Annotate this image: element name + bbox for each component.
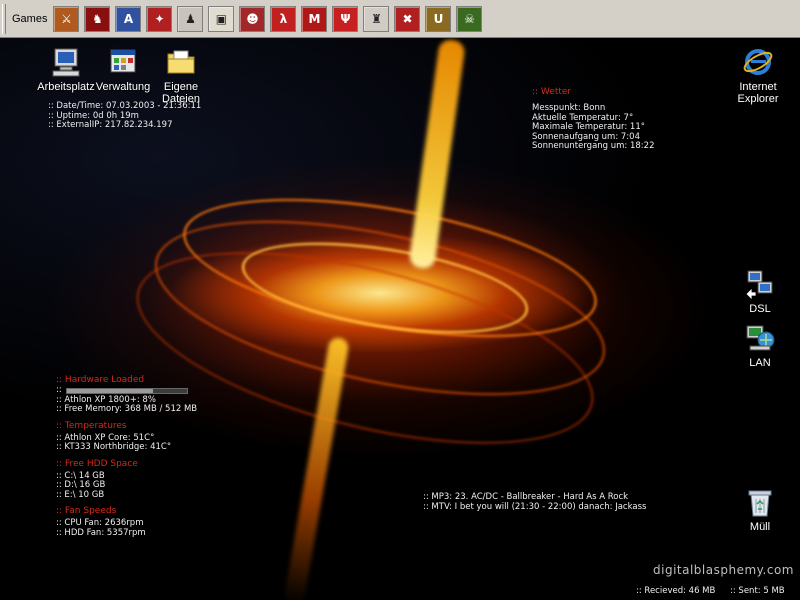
mafia-icon[interactable]: M (301, 5, 328, 32)
internet-explorer-icon (742, 46, 774, 78)
control-panel-icon (107, 46, 139, 78)
desktop-icon-muell[interactable]: Müll (725, 486, 795, 533)
desktop-icon-label: Verwaltung (95, 81, 151, 93)
temperatures-heading: :: Temperatures (56, 420, 127, 431)
green-monster-icon[interactable]: ☠ (456, 5, 483, 32)
half-life-lambda-icon[interactable]: λ (270, 5, 297, 32)
desktop-icon-eigene-dateien[interactable]: Eigene Dateien (146, 46, 216, 105)
toolbar-title: Games (12, 12, 48, 25)
unreal-u-icon[interactable]: U (425, 5, 452, 32)
network-received-text: :: Recieved: 46 MB (636, 586, 716, 596)
toolbar-grip[interactable] (2, 3, 6, 34)
hardware-panel: :: Hardware Loaded :: :: Athlon XP 1800+… (56, 375, 198, 538)
games-quicklaunch-toolbar: Games ⚔ ♞ A ✦ ♟ ▣ ☻ λ M Ψ ♜ ✖ U ☠ (0, 0, 800, 38)
desktop-icon-label: Müll (749, 521, 771, 533)
drive-e-text: :: E:\ 10 GB (56, 489, 105, 500)
weather-panel: :: Wetter Messpunkt: Bonn Aktuelle Tempe… (532, 87, 655, 152)
star-emblem-icon[interactable]: ✦ (146, 5, 173, 32)
recycle-bin-icon (744, 486, 776, 518)
game-icon-list: ⚔ ♞ A ✦ ♟ ▣ ☻ λ M Ψ ♜ ✖ U ☠ (53, 5, 487, 32)
network-connection-icon (744, 268, 776, 301)
knight-helmet-icon[interactable]: ♞ (84, 5, 111, 32)
free-memory-text: :: Free Memory: 368 MB / 512 MB (56, 404, 198, 414)
hdd-fan-text: :: HDD Fan: 5357rpm (56, 527, 146, 538)
weather-line: Sonnenuntergang um: 18:22 (532, 141, 655, 151)
red-crosshair-icon[interactable]: ✖ (394, 5, 421, 32)
hardware-heading: :: Hardware Loaded (56, 375, 145, 385)
fans-heading: :: Fan Speeds (56, 506, 117, 516)
computer-icon (50, 46, 82, 78)
desktop-icon-label: LAN (749, 357, 771, 369)
mtv-program-text: :: MTV: I bet you will (21:30 - 22:00) d… (423, 501, 647, 512)
lan-connection-icon (744, 322, 776, 354)
wings-a-icon[interactable]: A (115, 5, 142, 32)
desktop-icon-label: Arbeitsplatz (37, 81, 95, 93)
soldier-silhouette-icon[interactable]: ♟ (177, 5, 204, 32)
northbridge-temp-text: :: KT333 Northbridge: 41C° (56, 442, 172, 452)
hdd-heading: :: Free HDD Space (56, 458, 138, 469)
media-panel: :: MP3: 23. AC/DC - Ballbreaker - Hard A… (423, 492, 647, 512)
desktop-icon-label: Internet Explorer (737, 81, 779, 105)
weather-heading: :: Wetter (532, 87, 572, 97)
desktop-icon-dsl[interactable]: DSL (725, 268, 795, 315)
network-sent-text: :: Sent: 5 MB (730, 586, 785, 596)
external-ip-text: :: ExternalIP: 217.82.234.197 (48, 120, 173, 130)
warrior-icon[interactable]: ⚔ (53, 5, 80, 32)
folder-icon (165, 46, 197, 78)
soldier-figure-icon[interactable]: ♜ (363, 5, 390, 32)
quake-emblem-icon[interactable]: Ψ (332, 5, 359, 32)
desktop-icon-lan[interactable]: LAN (725, 322, 795, 369)
face-icon[interactable]: ☻ (239, 5, 266, 32)
robot-icon[interactable]: ▣ (208, 5, 235, 32)
desktop-icon-internet-explorer[interactable]: Internet Explorer (723, 46, 793, 105)
wallpaper-watermark: digitalblasphemy.com (653, 563, 794, 577)
system-info-panel: :: Date/Time: 07.03.2003 - 21:36:11 :: U… (48, 101, 201, 131)
memory-usage-bar (65, 387, 188, 394)
desktop-icon-label: DSL (749, 303, 771, 315)
memory-usage-fill (66, 388, 154, 393)
